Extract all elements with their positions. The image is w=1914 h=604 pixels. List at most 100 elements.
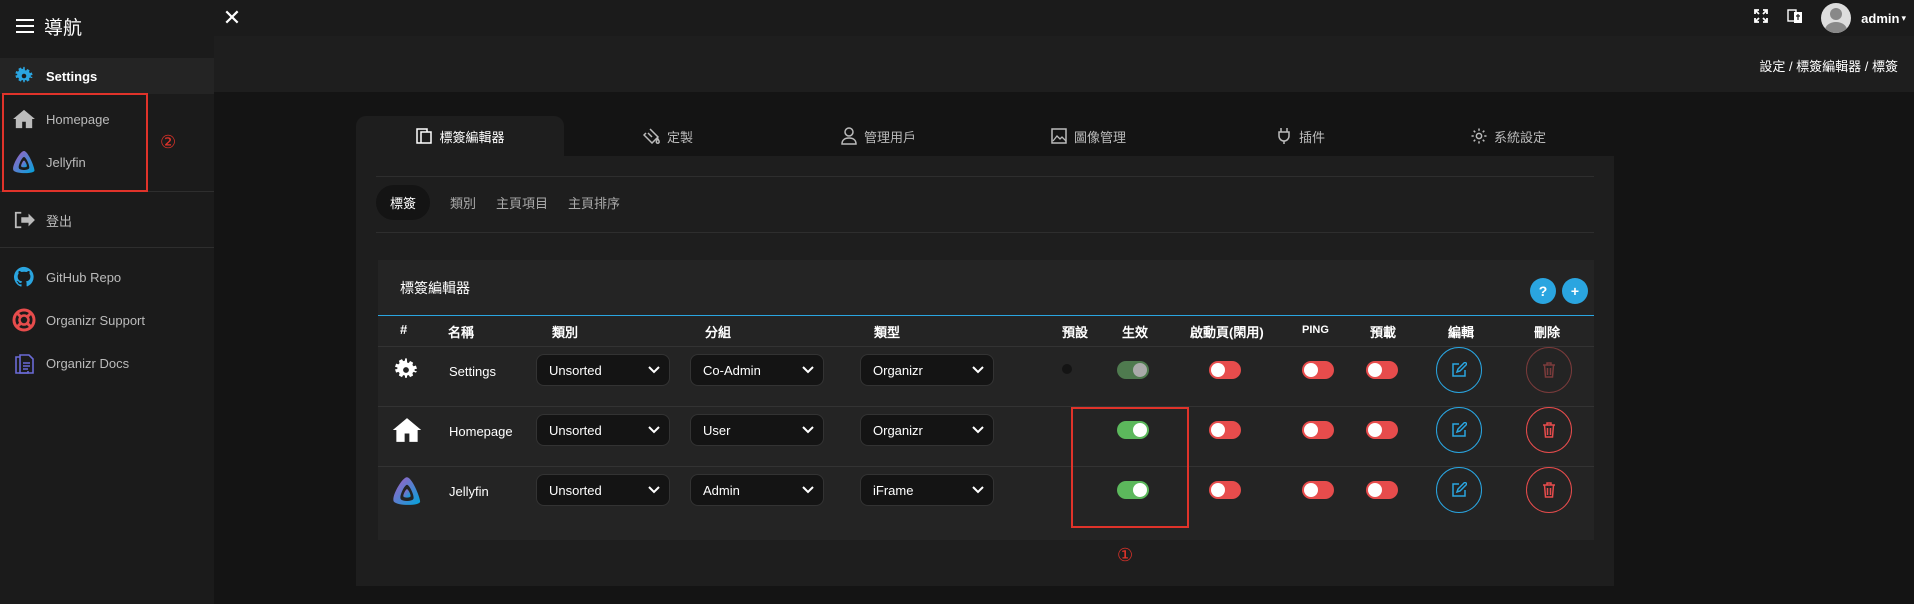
gear-icon [1470,127,1488,145]
annotation-number-two: ② [160,132,177,152]
main-tabs: 標簽編輯器 定製 管理用戶 圖像管理 插件 系統設定 [356,116,1614,156]
divider [376,176,1594,177]
edit-button[interactable] [1436,407,1482,453]
caret-down-icon: ▾ [1901,12,1906,23]
annotation-box-sidebar [2,93,148,192]
chevron-down-icon [971,363,985,377]
logout-icon [12,208,36,232]
tab-image-management[interactable]: 圖像管理 [1050,116,1126,156]
group-select[interactable]: Admin [690,474,824,506]
tab-tab-editor[interactable]: 標簽編輯器 [356,116,564,156]
category-select[interactable]: Unsorted [536,474,670,506]
tab-editor-icon [415,127,433,145]
tab-label: 系統設定 [1494,129,1547,145]
card-header-divider [378,315,1594,316]
sidebar-item-organizr-support[interactable]: Organizr Support [0,302,214,338]
row-divider [378,346,1594,347]
column-header: 刪除 [1534,325,1561,340]
column-header: 分組 [705,325,732,340]
delete-button[interactable] [1526,467,1572,513]
select-value: Organizr [873,362,923,378]
category-select[interactable]: Unsorted [536,414,670,446]
delete-button[interactable] [1526,407,1572,453]
sidebar-item-logout[interactable]: 登出 [0,202,214,238]
category-select[interactable]: Unsorted [536,354,670,386]
paint-bucket-icon [643,127,661,145]
help-button[interactable]: ? [1530,278,1556,304]
plug-icon [1275,127,1293,145]
preload-toggle[interactable] [1366,481,1398,499]
ping-toggle[interactable] [1302,421,1334,439]
sidebar-item-organizr-docs[interactable]: Organizr Docs [0,345,214,381]
tab-manage-users[interactable]: 管理用戶 [840,116,916,156]
add-tab-button[interactable]: + [1562,278,1588,304]
close-icon[interactable]: ✕ [218,4,246,32]
fullscreen-icon[interactable] [1753,8,1769,29]
sidebar-title: 導航 [44,17,83,39]
preload-toggle[interactable] [1366,361,1398,379]
sidebar-item-label: 登出 [46,213,73,229]
user-menu[interactable]: admin ▾ [1821,3,1906,33]
type-select[interactable]: Organizr [860,354,994,386]
chevron-down-icon [971,423,985,437]
edit-icon [1452,362,1467,377]
sidebar-item-label: Organizr Support [46,312,145,328]
column-header: 類別 [552,325,579,340]
column-header: 名稱 [448,325,475,340]
default-radio[interactable] [1062,364,1072,374]
group-select[interactable]: Co-Admin [690,354,824,386]
tab-label: 標簽編輯器 [439,129,505,145]
subtab-homepage-items[interactable]: 主頁項目 [496,193,548,212]
top-bar: ✕ admin ▾ [214,0,1914,36]
gear-icon [12,64,36,88]
row-divider [378,466,1594,467]
type-select[interactable]: Organizr [860,414,994,446]
edit-icon [1452,422,1467,437]
sidebar-item-settings[interactable]: Settings [0,58,214,94]
tab-plugins[interactable]: 插件 [1275,116,1325,156]
splash-toggle[interactable] [1209,361,1241,379]
language-icon[interactable] [1787,8,1803,29]
house-icon [392,417,422,448]
sidebar: 導航 Settings Homepage Jellyfin 登出 GitHub … [0,0,214,604]
trash-icon [1543,482,1555,498]
subtab-categories[interactable]: 類別 [450,193,476,212]
edit-button[interactable] [1436,347,1482,393]
tab-name: Jellyfin [449,484,489,499]
sidebar-item-label: Organizr Docs [46,355,130,371]
tab-customize[interactable]: 定製 [643,116,693,156]
select-value: Unsorted [549,422,602,438]
column-header: 編輯 [1448,325,1475,340]
select-value: iFrame [873,482,914,498]
breadcrumb: 設定 / 標簽編輯器 / 標簽 [1759,59,1898,74]
edit-button[interactable] [1436,467,1482,513]
subtab-tabs[interactable]: 標簽 [376,184,431,220]
sidebar-item-label: Settings [46,68,98,84]
ping-toggle[interactable] [1302,361,1334,379]
column-header: 預載 [1370,325,1397,340]
group-select[interactable]: User [690,414,824,446]
select-value: User [703,422,731,438]
ping-toggle[interactable] [1302,481,1334,499]
hamburger-icon[interactable] [16,19,34,33]
settings-panel: 標簽編輯器 定製 管理用戶 圖像管理 插件 系統設定 標簽 類別 主頁項目 主頁… [356,116,1614,586]
splash-toggle[interactable] [1209,481,1241,499]
sub-tabs: 標簽 類別 主頁項目 主頁排序 [376,184,620,220]
divider [376,232,1594,233]
chevron-down-icon [647,483,661,497]
avatar [1821,3,1852,33]
tab-system-settings[interactable]: 系統設定 [1470,116,1546,156]
trash-icon [1543,422,1555,438]
active-toggle [1117,361,1149,379]
subtab-homepage-order[interactable]: 主頁排序 [568,193,620,212]
type-select[interactable]: iFrame [860,474,994,506]
select-value: Unsorted [549,482,602,498]
column-header: 啟動頁(閑用) [1190,325,1264,340]
delete-button[interactable] [1526,347,1572,393]
column-header: # [400,322,408,337]
preload-toggle[interactable] [1366,421,1398,439]
splash-toggle[interactable] [1209,421,1241,439]
sidebar-item-github[interactable]: GitHub Repo [0,259,214,295]
chevron-down-icon [801,363,815,377]
row-divider [378,406,1594,407]
